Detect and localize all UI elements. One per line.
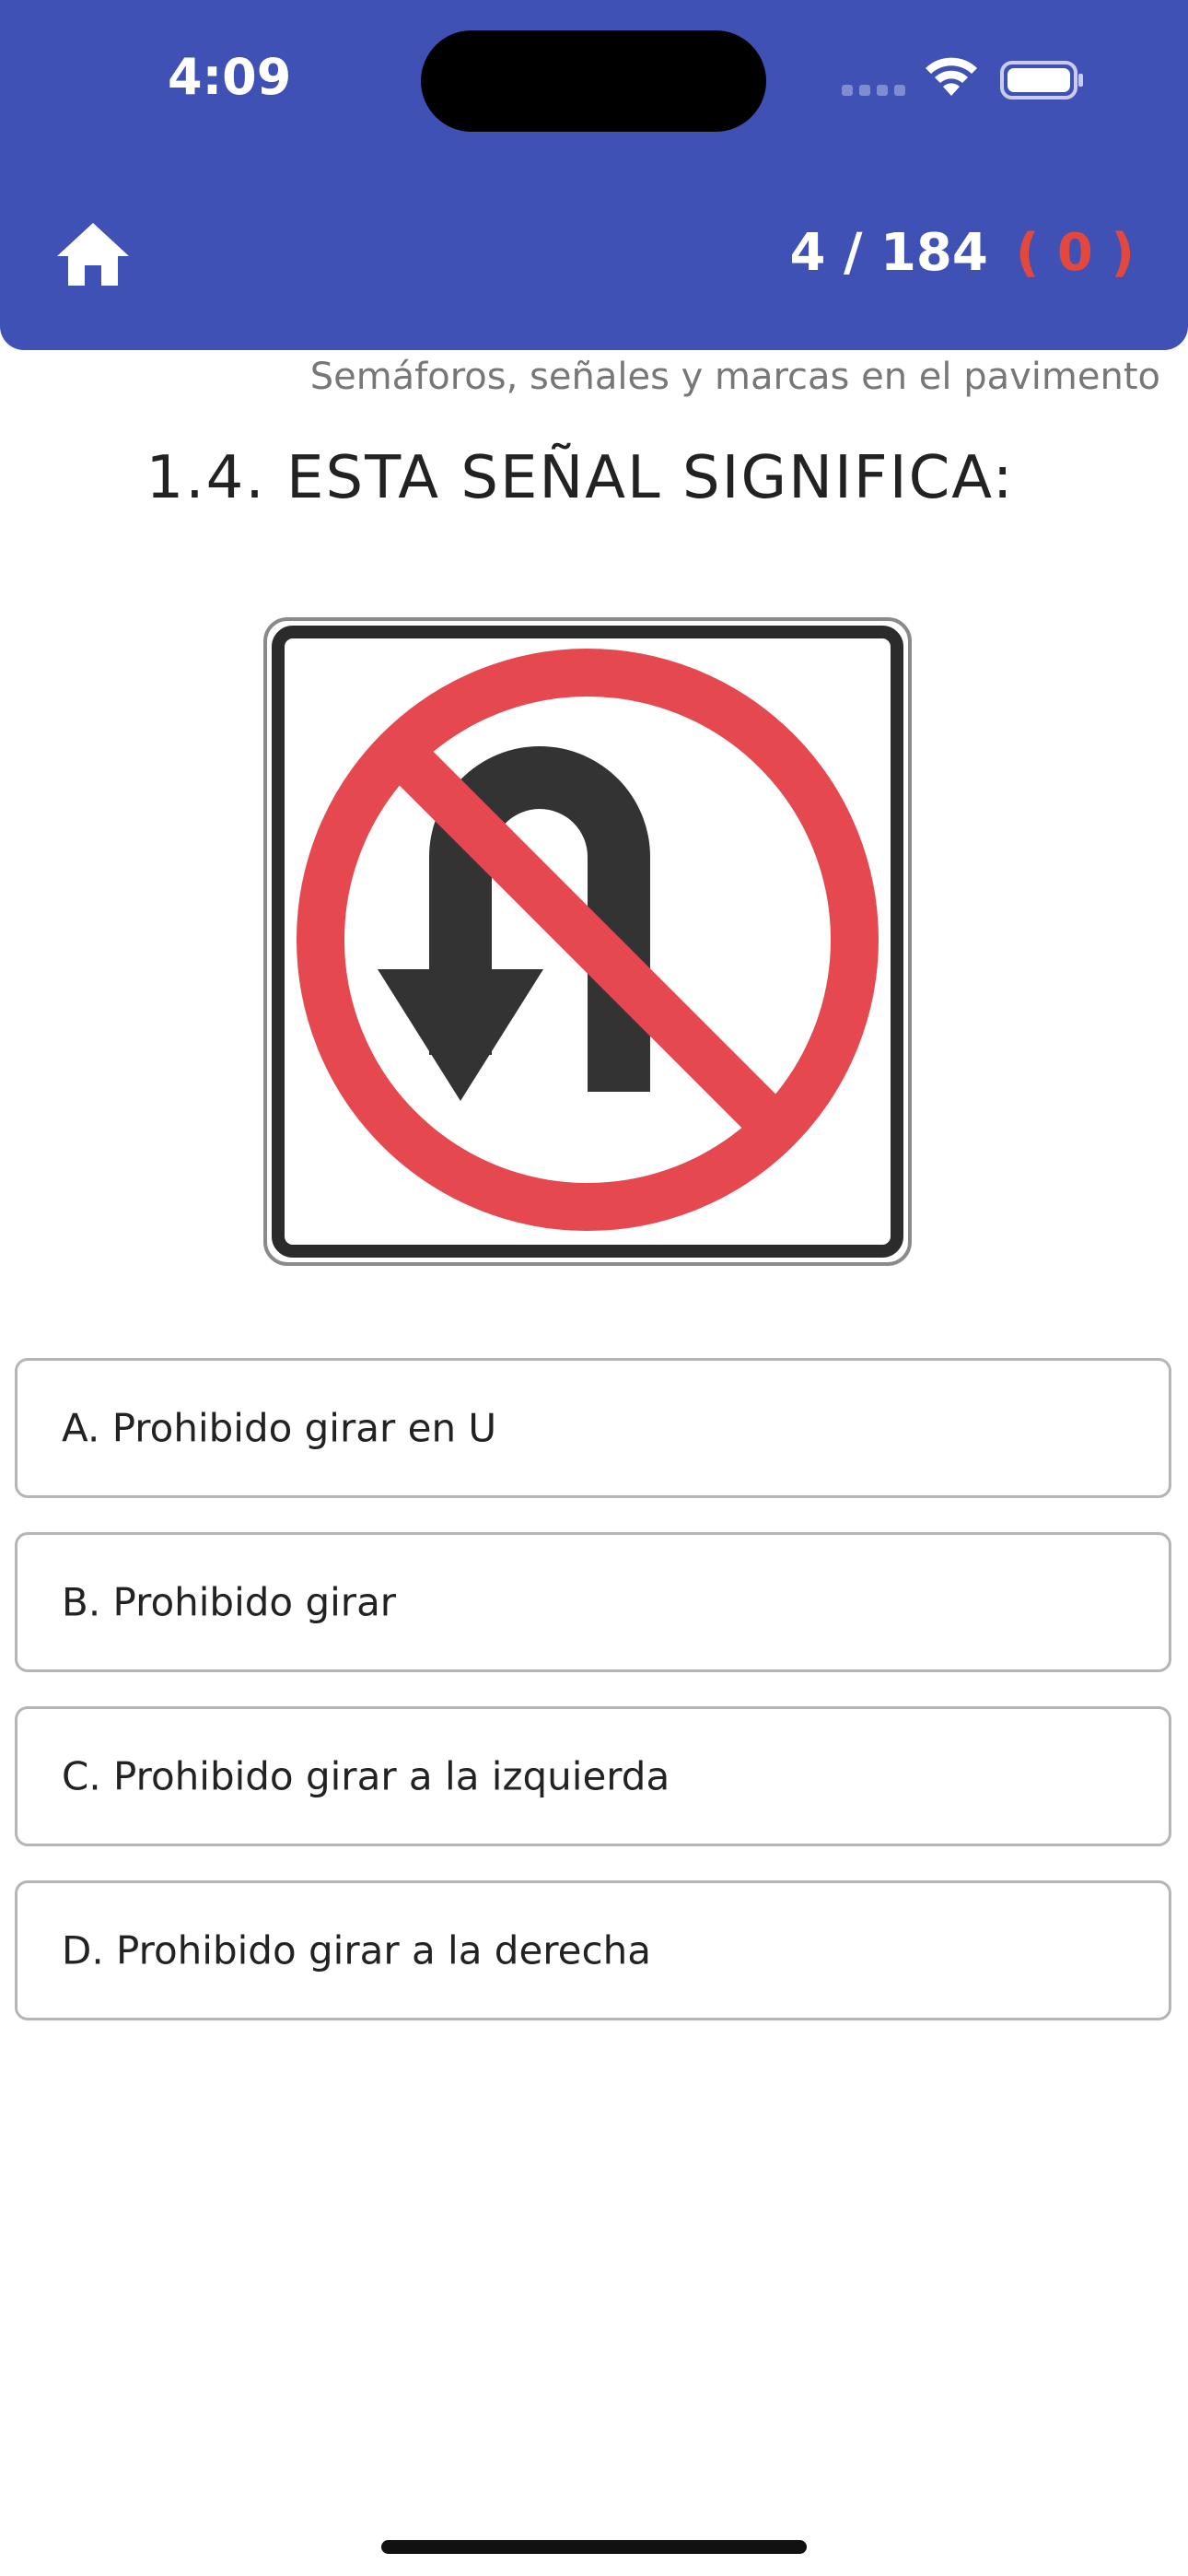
no-u-turn-sign-image <box>263 617 912 1266</box>
answer-option-label: A. Prohibido girar en U <box>62 1405 497 1451</box>
question-title: 1.4. ESTA SEÑAL SIGNIFICA: <box>146 444 1015 512</box>
question-category: Semáforos, señales y marcas en el pavime… <box>309 356 1160 398</box>
cellular-signal-icon <box>842 85 905 96</box>
status-bar-time: 4:09 <box>168 48 292 106</box>
error-count: ( 0 ) <box>1015 223 1135 283</box>
answer-option-label: B. Prohibido girar <box>62 1579 397 1625</box>
progress-count: 4 / 184 <box>789 223 988 283</box>
answer-option-d[interactable]: D. Prohibido girar a la derecha <box>15 1880 1171 2020</box>
top-app-bar: 4:09 4 / 184 ( 0 ) <box>0 0 1188 350</box>
home-icon[interactable] <box>55 221 131 287</box>
answer-option-label: C. Prohibido girar a la izquierda <box>62 1753 670 1799</box>
home-indicator[interactable] <box>381 2540 807 2554</box>
answer-option-c[interactable]: C. Prohibido girar a la izquierda <box>15 1706 1171 1846</box>
answer-option-label: D. Prohibido girar a la derecha <box>62 1927 651 1973</box>
answer-option-b[interactable]: B. Prohibido girar <box>15 1532 1171 1672</box>
wifi-icon <box>926 57 977 96</box>
question-progress-counter: 4 / 184 ( 0 ) <box>790 223 1135 283</box>
answer-option-a[interactable]: A. Prohibido girar en U <box>15 1358 1171 1498</box>
battery-icon <box>1000 61 1083 100</box>
dynamic-island <box>421 30 766 132</box>
